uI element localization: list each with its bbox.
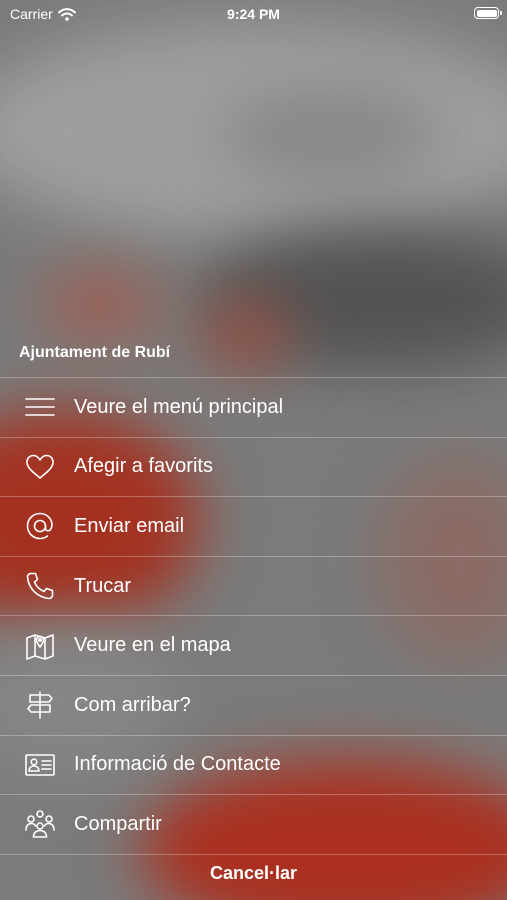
status-bar: Carrier 9:24 PM <box>0 0 507 30</box>
status-time: 9:24 PM <box>227 6 280 22</box>
contact-card-icon <box>24 749 56 781</box>
menu-item-label: Compartir <box>74 812 162 835</box>
menu-item-contact-info[interactable]: Informació de Contacte <box>0 734 507 795</box>
menu-item-favorites[interactable]: Afegir a favorits <box>0 436 507 497</box>
cancel-button[interactable]: Cancel·lar <box>0 852 507 894</box>
battery-icon <box>474 7 502 19</box>
at-sign-icon <box>24 510 56 542</box>
menu-item-directions[interactable]: Com arribar? <box>0 674 507 735</box>
menu-item-email[interactable]: Enviar email <box>0 496 507 556</box>
menu-item-label: Veure en el mapa <box>74 634 231 657</box>
menu-item-label: Com arribar? <box>74 693 191 716</box>
heart-icon <box>24 451 56 483</box>
menu-item-main-menu[interactable]: Veure el menú principal <box>0 377 507 437</box>
menu-item-share[interactable]: Compartir <box>0 794 507 855</box>
sheet-title: Ajuntament de Rubí <box>19 344 171 361</box>
menu-item-label: Trucar <box>74 574 132 597</box>
signpost-icon <box>24 689 56 721</box>
menu-icon <box>24 391 56 423</box>
menu-item-map[interactable]: Veure en el mapa <box>0 615 507 675</box>
menu-item-label: Afegir a favorits <box>74 455 213 478</box>
map-icon <box>24 630 56 662</box>
action-sheet-menu: Veure el menú principal Afegir a favorit… <box>0 377 507 855</box>
phone-icon <box>24 570 56 602</box>
menu-item-label: Informació de Contacte <box>74 753 281 776</box>
menu-item-label: Veure el menú principal <box>74 395 284 418</box>
people-icon <box>24 808 56 840</box>
menu-item-label: Enviar email <box>74 514 185 537</box>
menu-item-call[interactable]: Trucar <box>0 555 507 616</box>
